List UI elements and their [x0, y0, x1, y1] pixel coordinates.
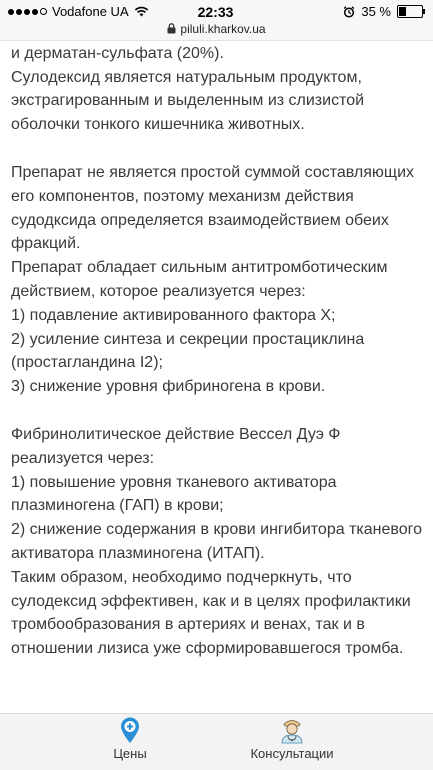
article-list-item: 3) снижение уровня фибриногена в крови. — [11, 378, 326, 396]
tab-prices-label: Цены — [113, 746, 147, 761]
battery-area: 35 % — [343, 4, 425, 19]
lock-icon — [167, 23, 176, 34]
battery-icon — [397, 5, 425, 18]
tab-prices[interactable]: Цены — [70, 716, 190, 761]
article-paragraph: Сулодексид является натуральным продукто… — [11, 68, 365, 134]
tab-consult-label: Консультации — [250, 746, 334, 761]
tab-consultations[interactable]: Консультации — [232, 716, 352, 761]
location-pin-plus-icon — [121, 717, 139, 743]
doctor-icon — [281, 720, 303, 744]
status-row: Vodafone UA 22:33 35 % — [8, 4, 425, 20]
bottom-nav: Цены Консультации — [0, 713, 433, 770]
article-paragraph: Препарат обладает сильным антитромботиче… — [11, 259, 388, 300]
battery-percent: 35 % — [361, 4, 391, 19]
article-paragraph: Таким образом, необходимо подчеркнуть, ч… — [11, 568, 411, 658]
url-text: piluli.kharkov.ua — [180, 22, 266, 36]
article-paragraph: Препарат не является простой суммой сост… — [11, 163, 415, 253]
article-content: быстродвижущейся гепариноподобной фракци… — [11, 18, 429, 661]
article-list-item: 1) повышение уровня тканевого активатора… — [11, 473, 337, 515]
article-paragraph: Фибринолитическое действие Вессел Дуэ Ф … — [11, 425, 341, 467]
article-list-item: 2) усиление синтеза и секреции простацик… — [11, 330, 365, 372]
article-list-item: 1) подавление активированного фактора Х; — [11, 306, 336, 324]
alarm-icon — [343, 5, 355, 18]
address-bar[interactable]: piluli.kharkov.ua — [0, 22, 433, 36]
article-list-item: 2) снижение содержания в крови ингибитор… — [11, 521, 422, 562]
status-bar: Vodafone UA 22:33 35 % piluli.kharkov.ua — [0, 0, 433, 41]
